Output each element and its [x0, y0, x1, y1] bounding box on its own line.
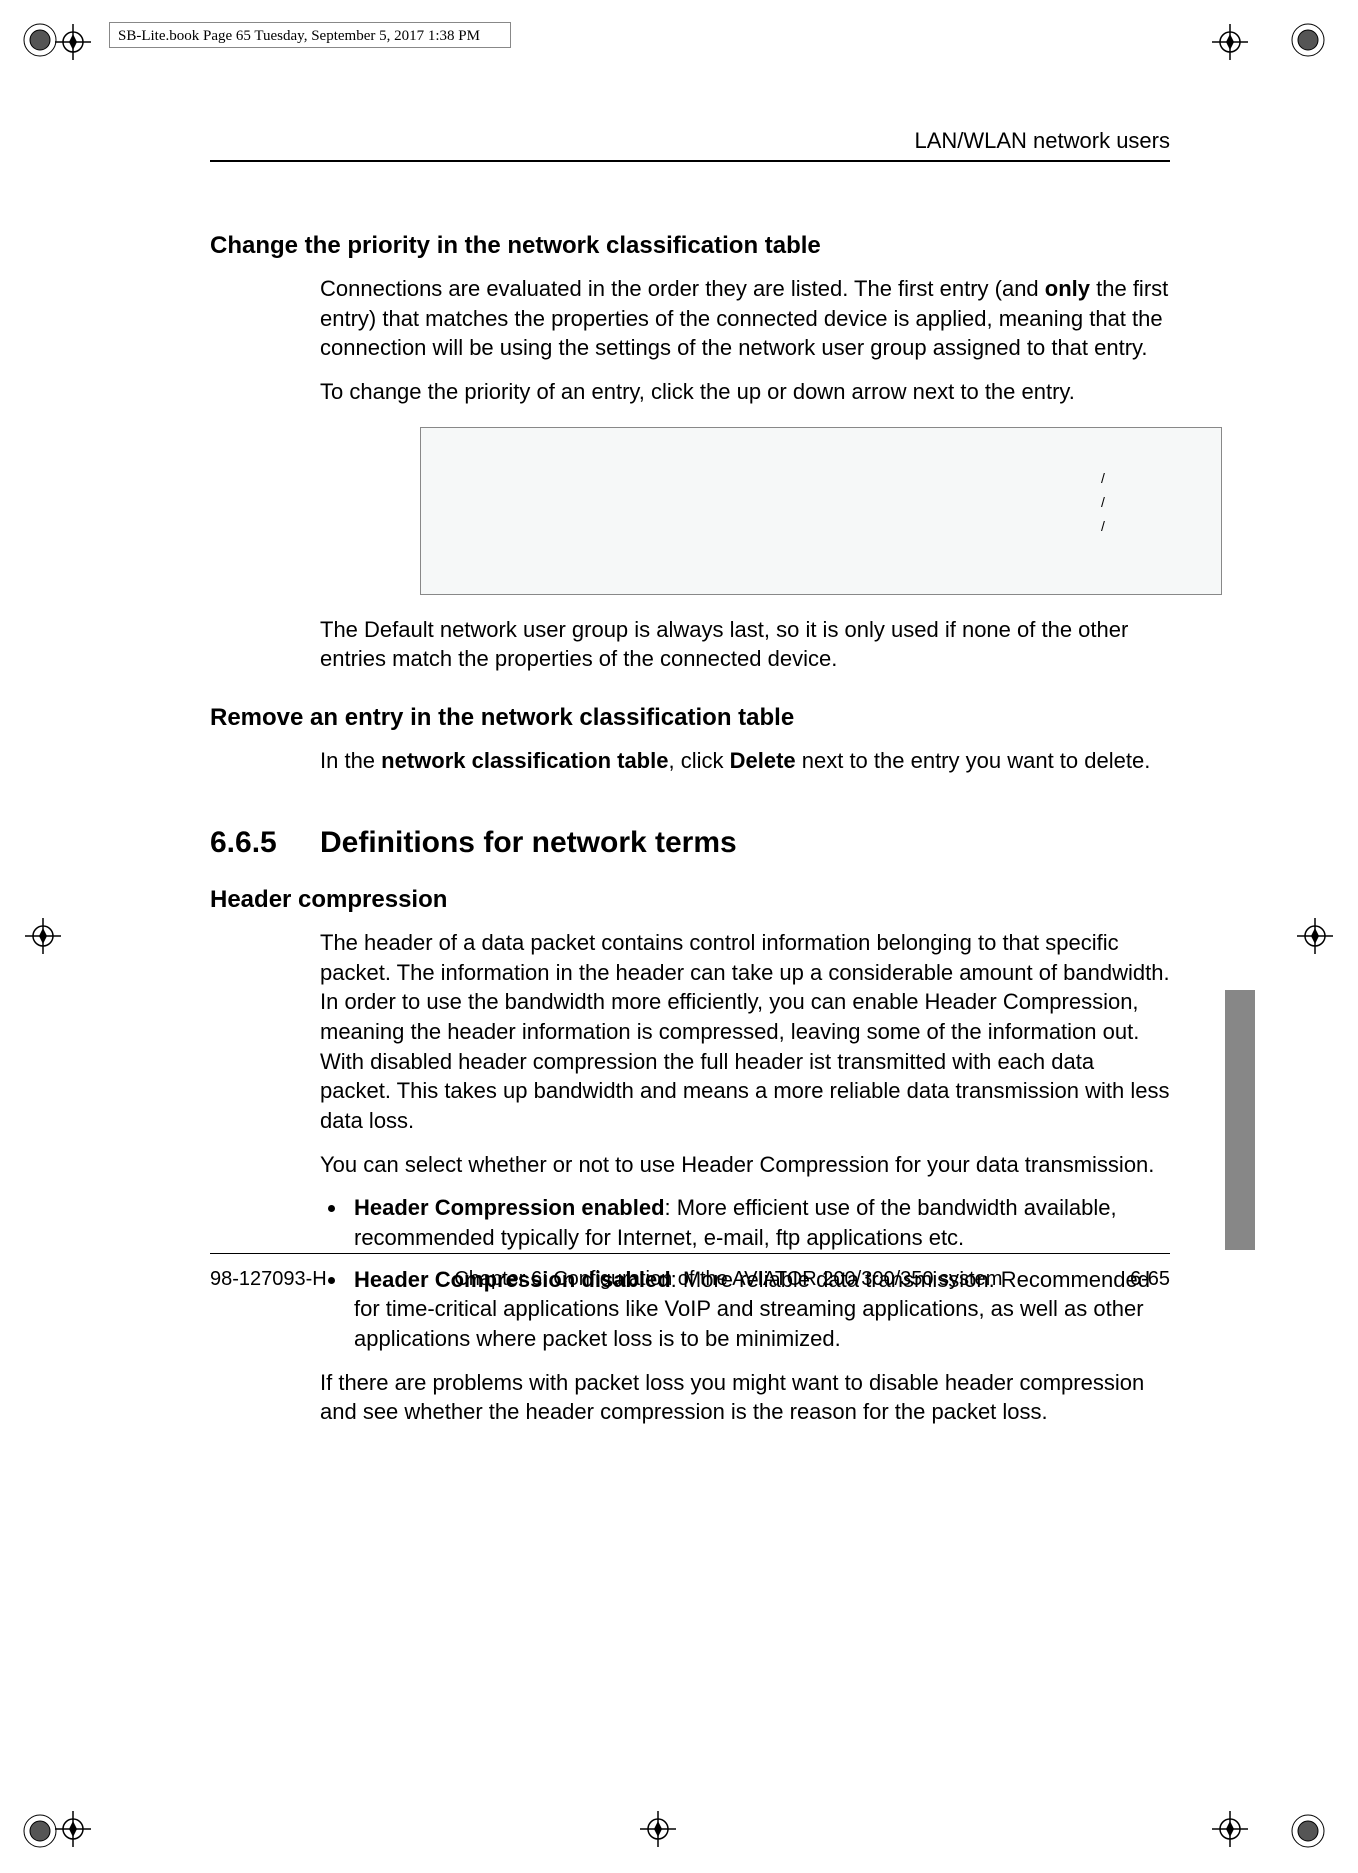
- running-head: LAN/WLAN network users: [914, 128, 1170, 154]
- paragraph: Connections are evaluated in the order t…: [320, 274, 1170, 363]
- heading-change-priority: Change the priority in the network class…: [210, 232, 1170, 260]
- paragraph: If there are problems with packet loss y…: [320, 1368, 1170, 1427]
- crop-mark-icon: [1212, 1811, 1248, 1847]
- crop-mark-icon: [1297, 918, 1333, 954]
- corner-dot-icon: [1288, 20, 1328, 60]
- crop-mark-icon: [55, 24, 91, 60]
- heading-remove-entry: Remove an entry in the network classific…: [210, 704, 1170, 732]
- printmark-text: SB-Lite.book Page 65 Tuesday, September …: [118, 28, 480, 45]
- table-row: /: [441, 514, 1201, 538]
- crop-mark-icon: [25, 918, 61, 954]
- corner-dot-icon: [1288, 1811, 1328, 1851]
- heading-definitions: 6.6.5 Definitions for network terms: [210, 826, 1170, 860]
- footer-doc-number: 98-127093-H: [210, 1268, 327, 1291]
- thumb-tab: [1225, 990, 1255, 1250]
- table-row: /: [441, 490, 1201, 514]
- list-item: Header Compression enabled: More efficie…: [348, 1193, 1170, 1252]
- paragraph: You can select whether or not to use Hea…: [320, 1150, 1170, 1180]
- heading-header-compression: Header compression: [210, 886, 1170, 914]
- section-title: Definitions for network terms: [320, 826, 737, 860]
- corner-dot-icon: [20, 1811, 60, 1851]
- figure-network-classification-table: / / /: [420, 427, 1222, 595]
- page-footer: 98-127093-H Chapter 6: Configuration of …: [210, 1253, 1170, 1291]
- paragraph: The Default network user group is always…: [320, 615, 1170, 674]
- table-row: /: [441, 466, 1201, 490]
- crop-mark-icon: [55, 1811, 91, 1847]
- paragraph: In the network classification table, cli…: [320, 746, 1170, 776]
- section-number: 6.6.5: [210, 826, 320, 860]
- paragraph: The header of a data packet contains con…: [320, 928, 1170, 1136]
- crop-mark-icon: [1212, 24, 1248, 60]
- table-header-row: [441, 454, 1201, 466]
- table-row: [441, 538, 1201, 546]
- footer-page-number: 6-65: [1130, 1268, 1170, 1291]
- page-content: LAN/WLAN network users Change the priori…: [210, 120, 1170, 1441]
- running-head-rule: LAN/WLAN network users: [210, 120, 1170, 162]
- corner-dot-icon: [20, 20, 60, 60]
- crop-mark-icon: [640, 1811, 676, 1847]
- footer-chapter: Chapter 6: Configuration of the AVIATOR …: [327, 1268, 1130, 1291]
- paragraph: To change the priority of an entry, clic…: [320, 377, 1170, 407]
